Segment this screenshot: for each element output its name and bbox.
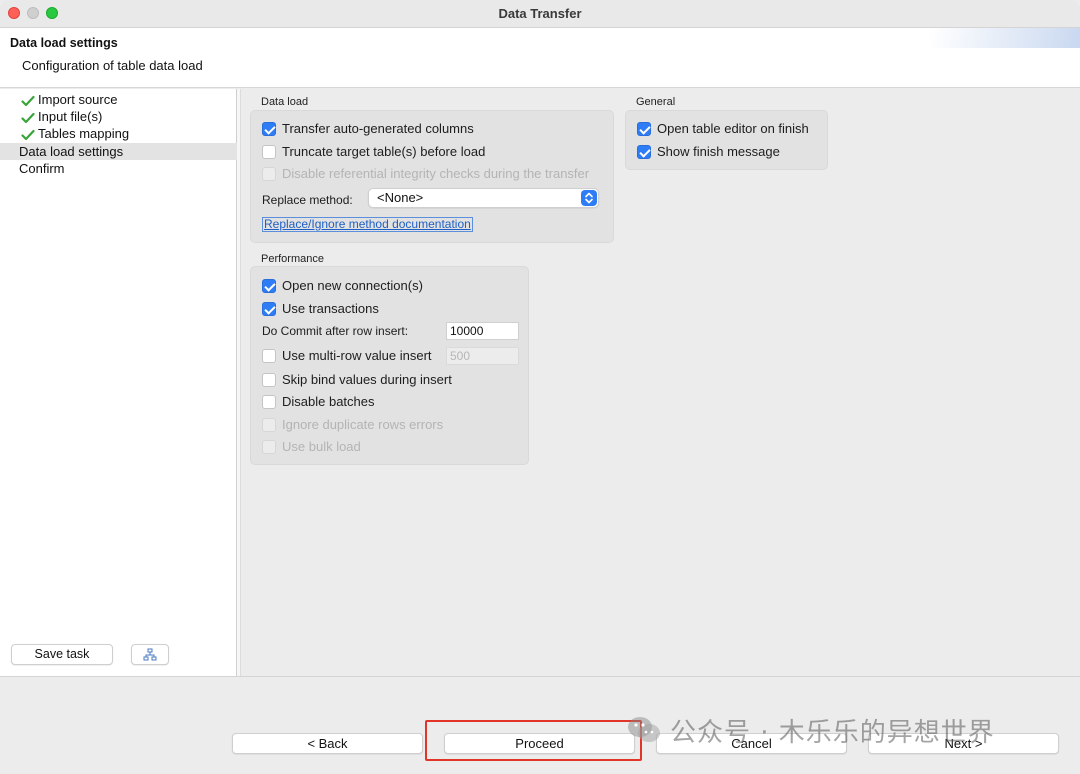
- wechat-icon: [628, 717, 660, 742]
- back-button[interactable]: < Back: [232, 733, 423, 754]
- nav-item-label: Data load settings: [19, 144, 124, 159]
- checkbox-disabled: [262, 167, 276, 181]
- multi-row-count-input: 500: [446, 347, 519, 365]
- task-config-button[interactable]: [131, 644, 169, 665]
- nav-item-label: Tables mapping: [38, 126, 130, 141]
- checkbox-checked[interactable]: [262, 122, 276, 136]
- commit-after-row-input[interactable]: 10000: [446, 322, 519, 340]
- nav-item-data-load-settings[interactable]: Data load settings: [0, 143, 237, 160]
- general-group: Open table editor on finish Show finish …: [625, 110, 828, 170]
- replace-method-label: Replace method:: [262, 193, 353, 207]
- header-decoration: [930, 28, 1080, 48]
- checkbox-label: Disable batches: [282, 394, 375, 409]
- commit-after-row-label: Do Commit after row insert:: [262, 324, 409, 338]
- nav-item-confirm[interactable]: Confirm: [0, 160, 237, 177]
- checkbox-unchecked[interactable]: [262, 373, 276, 387]
- checkbox-disabled: [262, 440, 276, 454]
- checkbox-checked[interactable]: [262, 279, 276, 293]
- save-task-button[interactable]: Save task: [11, 644, 113, 665]
- nav-item-label: Input file(s): [38, 109, 103, 124]
- nav-item-import-source[interactable]: Import source: [0, 91, 237, 108]
- checkbox-label: Show finish message: [657, 144, 780, 159]
- checkbox-label: Open table editor on finish: [657, 121, 809, 136]
- check-icon: [21, 112, 35, 123]
- replace-method-value: <None>: [377, 190, 424, 205]
- checkbox-unchecked[interactable]: [262, 349, 276, 363]
- checkbox-label: Transfer auto-generated columns: [282, 121, 474, 136]
- checkbox-label: Use multi-row value insert: [282, 348, 432, 363]
- checkbox-label: Open new connection(s): [282, 278, 423, 293]
- task-hierarchy-icon: [143, 648, 157, 661]
- data-load-group-label: Data load: [261, 96, 309, 108]
- checkbox-label: Disable referential integrity checks dur…: [282, 166, 590, 181]
- page-title: Data load settings: [10, 36, 118, 50]
- proceed-highlight-annotation: [425, 720, 642, 761]
- nav-item-tables-mapping[interactable]: Tables mapping: [0, 125, 237, 142]
- checkbox-label: Skip bind values during insert: [282, 372, 452, 387]
- checkbox-checked[interactable]: [637, 145, 651, 159]
- data-transfer-window: Data Transfer Data load settings Configu…: [0, 0, 1080, 774]
- checkbox-checked[interactable]: [262, 302, 276, 316]
- window-title: Data Transfer: [498, 6, 582, 21]
- check-icon: [21, 129, 35, 140]
- replace-method-documentation-link[interactable]: Replace/Ignore method documentation: [262, 217, 473, 232]
- check-icon: [21, 95, 35, 106]
- checkbox-label: Use transactions: [282, 301, 379, 316]
- performance-group: Open new connection(s) Use transactions …: [250, 266, 529, 465]
- checkbox-disabled: [262, 418, 276, 432]
- checkbox-unchecked[interactable]: [262, 395, 276, 409]
- sidebar-splitter[interactable]: [237, 89, 241, 676]
- title-bar: Data Transfer: [0, 0, 1080, 28]
- checkbox-unchecked[interactable]: [262, 145, 276, 159]
- general-group-label: General: [636, 96, 676, 108]
- performance-group-label: Performance: [261, 253, 324, 265]
- wizard-steps-sidebar: Import source Input file(s) Tables mappi…: [0, 89, 237, 676]
- checkbox-label: Use bulk load: [282, 439, 361, 454]
- page-header: Data load settings Configuration of tabl…: [0, 28, 1080, 88]
- checkbox-label: Ignore duplicate rows errors: [282, 417, 444, 432]
- nav-item-input-files[interactable]: Input file(s): [0, 108, 237, 125]
- page-subtitle: Configuration of table data load: [22, 58, 203, 73]
- data-load-group: Transfer auto-generated columns Truncate…: [250, 110, 614, 243]
- replace-method-select[interactable]: <None>: [368, 188, 599, 208]
- nav-item-label: Import source: [38, 92, 118, 107]
- select-arrows-icon: [581, 190, 597, 206]
- checkbox-checked[interactable]: [637, 122, 651, 136]
- nav-item-label: Confirm: [19, 161, 65, 176]
- watermark: 公众号 · 木乐乐的异想世界: [626, 712, 995, 748]
- checkbox-label: Truncate target table(s) before load: [282, 144, 486, 159]
- watermark-text: 公众号 · 木乐乐的异想世界: [670, 717, 995, 748]
